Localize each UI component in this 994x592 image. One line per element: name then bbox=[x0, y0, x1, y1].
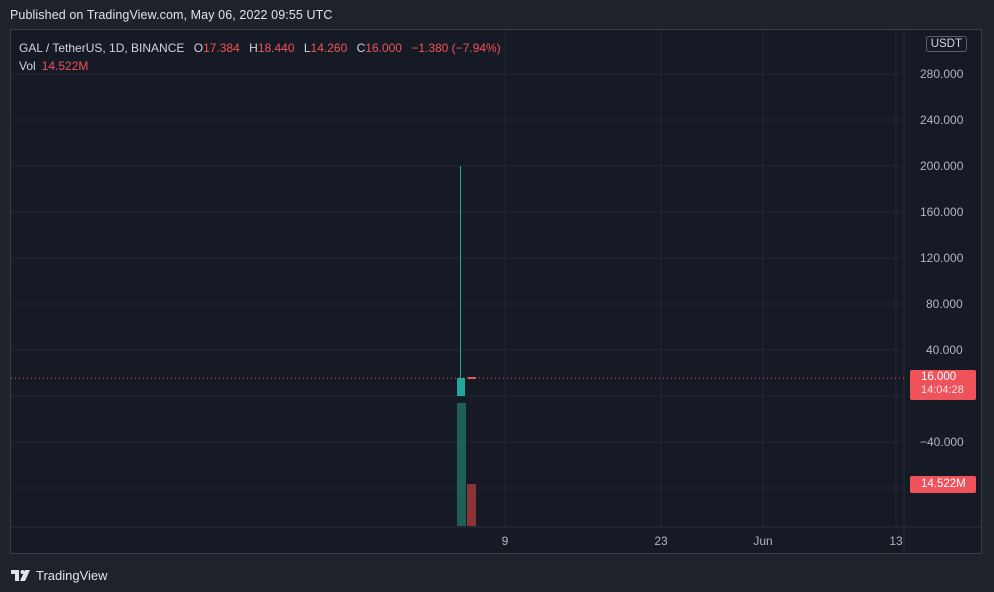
price-tick: 160.000 bbox=[920, 205, 964, 219]
time-tick: 13 bbox=[889, 534, 903, 548]
published-header: Published on TradingView.com, May 06, 20… bbox=[10, 8, 333, 22]
last-price-value: 16.000 bbox=[921, 371, 957, 383]
price-tick: 80.000 bbox=[926, 297, 963, 311]
price-tick: −40.000 bbox=[920, 435, 964, 449]
change-value: −1.380 (−7.94%) bbox=[411, 41, 501, 55]
open-label: O bbox=[193, 41, 204, 55]
low-label: L bbox=[303, 41, 311, 55]
time-tick: 23 bbox=[654, 534, 668, 548]
volume-row: Vol 14.522M bbox=[19, 57, 501, 75]
price-tick: 120.000 bbox=[920, 251, 964, 265]
candle-body bbox=[457, 378, 465, 396]
chart-canvas[interactable]: 280.000 240.000 200.000 160.000 120.000 … bbox=[11, 30, 981, 553]
bar-countdown: 14:04:28 bbox=[921, 384, 964, 396]
time-tick: Jun bbox=[753, 534, 772, 548]
close-value: 16.000 bbox=[365, 41, 402, 55]
ohlc-row: GAL / TetherUS, 1D, BINANCE O17.384 H18.… bbox=[19, 39, 501, 57]
volume-badge: 14.522M bbox=[910, 476, 976, 493]
volume-value: 14.522M bbox=[41, 59, 89, 73]
time-tick: 9 bbox=[502, 534, 509, 548]
brand-name: TradingView bbox=[36, 567, 108, 583]
price-tick: 200.000 bbox=[920, 159, 964, 173]
tradingview-logo-icon bbox=[11, 570, 30, 581]
price-tick: 40.000 bbox=[926, 343, 963, 357]
currency-button[interactable]: USDT bbox=[925, 36, 967, 52]
close-label: C bbox=[356, 41, 366, 55]
volume-bar bbox=[467, 484, 476, 526]
volume-bar bbox=[457, 403, 466, 526]
footer-brand[interactable]: TradingView bbox=[10, 566, 108, 584]
last-price-badge: 16.000 14:04:28 bbox=[910, 370, 976, 400]
price-tick: 280.000 bbox=[920, 67, 964, 81]
volume-label[interactable]: Vol bbox=[19, 59, 36, 73]
high-label: H bbox=[249, 41, 258, 55]
high-value: 18.440 bbox=[257, 41, 295, 55]
chart-legend: GAL / TetherUS, 1D, BINANCE O17.384 H18.… bbox=[19, 39, 501, 75]
low-value: 14.260 bbox=[310, 41, 348, 55]
symbol-title[interactable]: GAL / TetherUS, 1D, BINANCE bbox=[19, 41, 184, 55]
open-value: 17.384 bbox=[203, 41, 240, 55]
chart-pane[interactable]: 280.000 240.000 200.000 160.000 120.000 … bbox=[10, 29, 982, 554]
candle-body bbox=[468, 377, 476, 379]
price-tick: 240.000 bbox=[920, 113, 964, 127]
